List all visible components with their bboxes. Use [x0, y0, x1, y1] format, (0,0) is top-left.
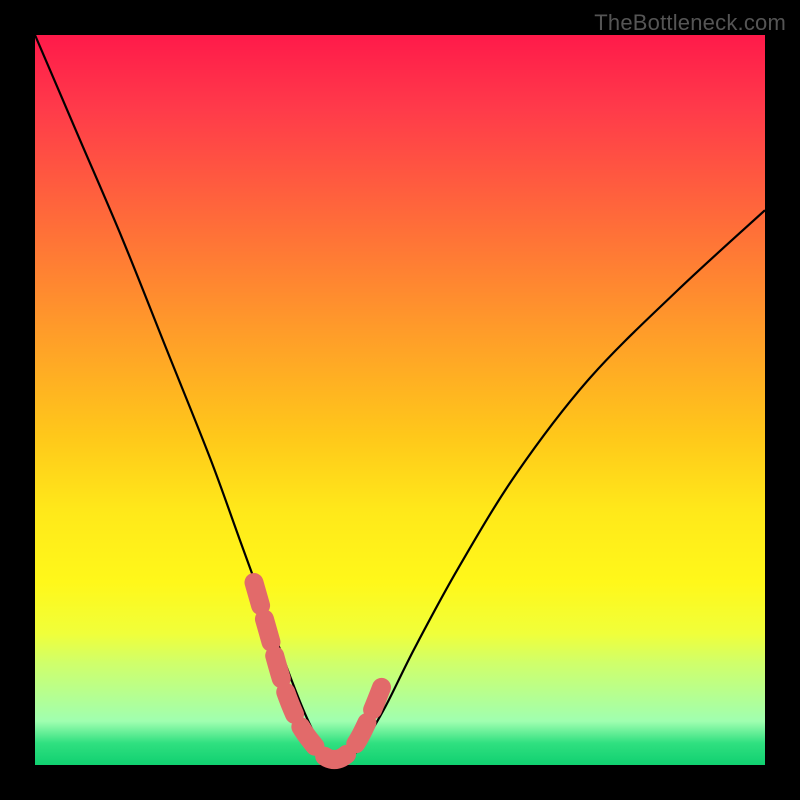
chart-plot-area — [35, 35, 765, 765]
optimal-range-band — [254, 583, 385, 760]
chart-frame: TheBottleneck.com — [0, 0, 800, 800]
optimal-range-markers — [254, 583, 385, 760]
bottleneck-curve-line — [35, 35, 765, 760]
chart-svg — [35, 35, 765, 765]
watermark-text: TheBottleneck.com — [594, 10, 786, 36]
